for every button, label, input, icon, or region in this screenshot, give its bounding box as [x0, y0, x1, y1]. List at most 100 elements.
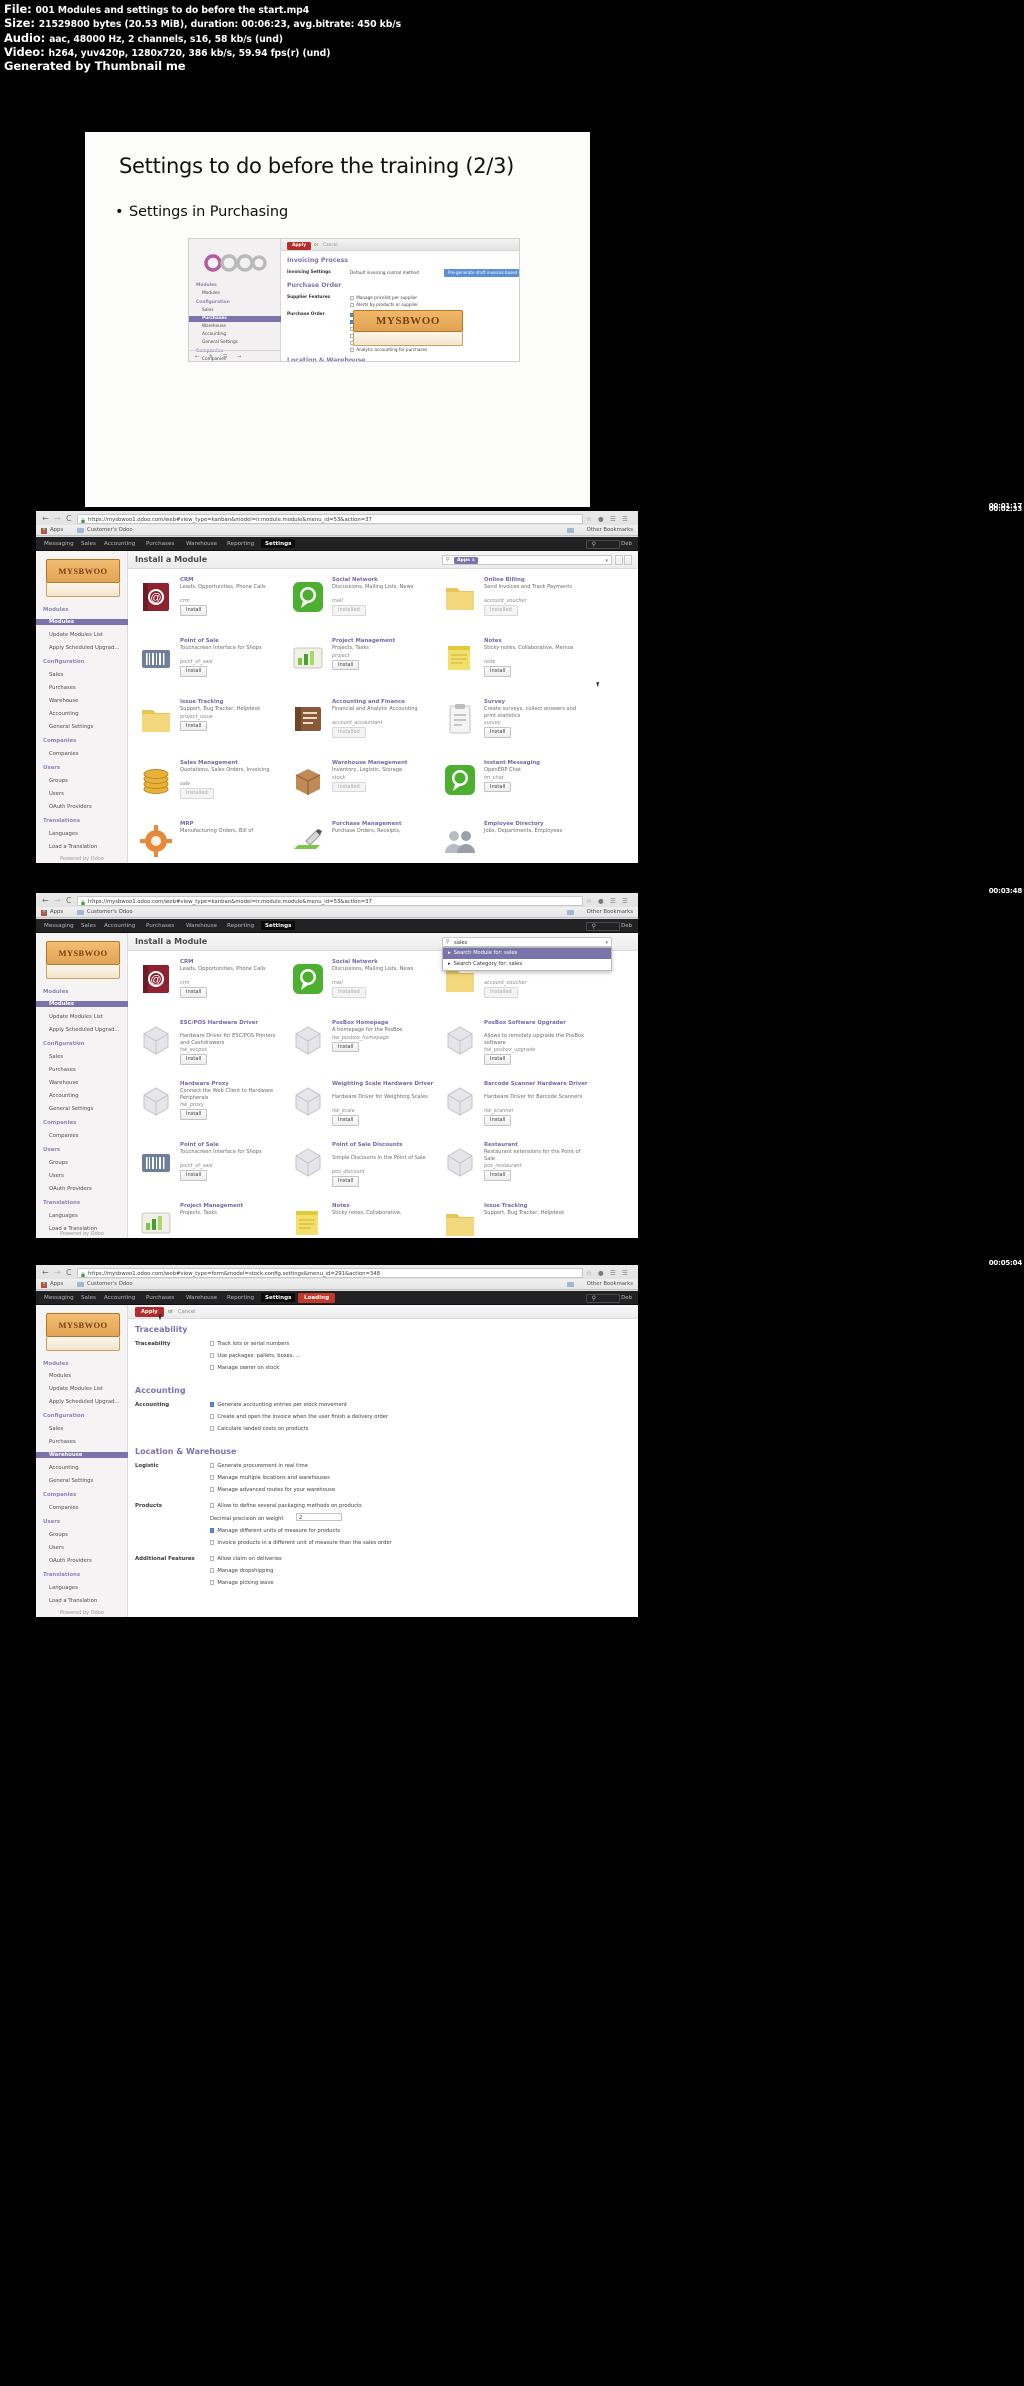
install-button[interactable]: Install: [180, 1054, 208, 1065]
menu-reporting-4[interactable]: Reporting: [227, 1295, 254, 1301]
sb4-item-apply-scheduled-upgrades[interactable]: Apply Scheduled Upgrad...: [49, 1399, 119, 1405]
person-icon-4[interactable]: ●: [598, 1269, 604, 1278]
search-input-3[interactable]: ⚲ sales ▾: [442, 936, 612, 947]
sb2-item-sales[interactable]: Sales: [49, 672, 63, 678]
suggestion-search-category[interactable]: ▸ Search Category for: sales: [443, 959, 611, 970]
browser-address-bar-2[interactable]: https://mysbwoo1.odoo.com/web#view_type=…: [77, 514, 583, 525]
module-card[interactable]: Point of Sale Discounts Simple Discounts …: [286, 1140, 438, 1200]
module-card[interactable]: Purchase Management Purchase Orders, Rece…: [286, 819, 438, 863]
menu-icon[interactable]: ☰: [622, 515, 628, 524]
bookmark-customers-odoo-4[interactable]: Customer's Odoo: [87, 1281, 133, 1287]
module-card[interactable]: Restaurant Restaurant extensions for the …: [438, 1140, 590, 1200]
sb4-item-groups[interactable]: Groups: [49, 1532, 68, 1538]
sb3-item-languages[interactable]: Languages: [49, 1213, 78, 1219]
module-name[interactable]: Point of Sale: [180, 638, 284, 645]
menu-purchases-3[interactable]: Purchases: [146, 923, 174, 929]
sb2-item-purchases[interactable]: Purchases: [49, 685, 76, 691]
sb2-item-load-translation[interactable]: Load a Translation: [49, 844, 97, 850]
check-use-packages[interactable]: Use packages: pallets, boxes, ...: [210, 1353, 301, 1360]
list-view-button[interactable]: [624, 554, 632, 565]
module-name[interactable]: Employee Directory: [484, 821, 588, 828]
menu-purchases[interactable]: Purchases: [146, 541, 174, 547]
embedded-item-warehouse[interactable]: Warehouse: [202, 324, 226, 329]
menu-purchases-4[interactable]: Purchases: [146, 1295, 174, 1301]
module-card[interactable]: Point of Sale Touchscreen Interface for S…: [134, 636, 286, 696]
cancel-link[interactable]: Cancel: [323, 243, 338, 248]
module-card[interactable]: PosBox Software Upgrader Allows to remote…: [438, 1018, 590, 1078]
check-manage-different-uom-4[interactable]: Manage different units of measure for pr…: [210, 1528, 340, 1535]
install-button[interactable]: Install: [484, 1170, 512, 1181]
check-manage-owner-on-stock[interactable]: Manage owner on stock: [210, 1365, 279, 1372]
odoo-username-4[interactable]: Deb: [621, 1295, 632, 1301]
module-card[interactable]: @ CRM Leads, Opportunities, Phone Calls crm…: [134, 957, 286, 1017]
menu-icon-4[interactable]: ☰: [622, 1269, 628, 1278]
sb4-item-sales[interactable]: Sales: [49, 1426, 63, 1432]
module-card[interactable]: @ CRM Leads, Opportunities, Phone Calls crm…: [134, 575, 286, 635]
sb2-item-companies[interactable]: Companies: [49, 751, 79, 757]
sb2-item-warehouse[interactable]: Warehouse: [49, 698, 78, 704]
sb4-item-companies[interactable]: Companies: [49, 1505, 79, 1511]
install-button[interactable]: Install: [180, 605, 208, 616]
module-name[interactable]: ESC/POS Hardware Driver: [180, 1020, 284, 1027]
menu-sales-4[interactable]: Sales: [81, 1295, 96, 1301]
browser-forward-icon[interactable]: →: [54, 515, 61, 523]
kanban-view-button[interactable]: [615, 554, 623, 565]
odoo-user-box[interactable]: [586, 539, 620, 549]
odoo-user-box-3[interactable]: [586, 921, 620, 931]
person-icon[interactable]: ●: [598, 515, 604, 524]
menu-settings-3[interactable]: Settings: [261, 921, 296, 931]
install-button[interactable]: Install: [332, 1041, 360, 1053]
sb4-item-update-modules-list[interactable]: Update Modules List: [49, 1386, 103, 1392]
sb3-item-modules[interactable]: Modules: [36, 1001, 128, 1008]
module-card[interactable]: Notes Sticky notes, Collaborative,: [286, 1201, 438, 1238]
sb4-item-modules[interactable]: Modules: [49, 1373, 71, 1379]
list-icon[interactable]: ☰: [223, 354, 227, 360]
sb2-item-general-settings[interactable]: General Settings: [49, 724, 93, 730]
module-name[interactable]: Online Billing: [484, 577, 588, 584]
install-button[interactable]: Install: [180, 1170, 208, 1181]
sb2-item-modules[interactable]: Modules: [36, 619, 128, 626]
module-name[interactable]: Issue Tracking: [484, 1203, 588, 1210]
module-card[interactable]: Survey Create surveys, collect answers an…: [438, 697, 590, 757]
install-button[interactable]: Install: [332, 1115, 360, 1126]
browser-reload-icon-3[interactable]: C: [66, 897, 72, 905]
sb4-item-languages[interactable]: Languages: [49, 1585, 78, 1591]
module-card[interactable]: Social Network Discussions, Mailing Lists…: [286, 575, 438, 635]
browser-forward-icon-4[interactable]: →: [54, 1269, 61, 1277]
sb3-item-accounting[interactable]: Accounting: [49, 1093, 79, 1099]
embedded-item-modules[interactable]: Modules: [202, 291, 220, 296]
browser-back-icon-3[interactable]: ←: [42, 897, 49, 905]
install-button[interactable]: Install: [484, 1054, 512, 1065]
check-manage-multiple-locations[interactable]: Manage multiple locations and warehouses: [210, 1475, 330, 1482]
embedded-item-purchases[interactable]: Purchases: [189, 316, 281, 322]
sb3-item-update-modules-list[interactable]: Update Modules List: [49, 1014, 103, 1020]
other-bookmarks[interactable]: Other Bookmarks: [587, 527, 633, 533]
module-name[interactable]: Barcode Scanner Hardware Driver: [484, 1081, 588, 1088]
menu-warehouse-3[interactable]: Warehouse: [186, 923, 217, 929]
check-track-lots-or-serial-numbers[interactable]: Track lots or serial numbers: [210, 1341, 289, 1348]
check-manage-picking-wave[interactable]: Manage picking wave: [210, 1580, 274, 1587]
other-bookmarks-3[interactable]: Other Bookmarks: [587, 909, 633, 915]
install-button[interactable]: Install: [484, 666, 512, 677]
chevron-down-icon-2[interactable]: ▾: [605, 558, 608, 564]
star-icon[interactable]: ☆: [586, 515, 592, 524]
browser-reload-icon-4[interactable]: C: [66, 1269, 72, 1277]
module-name[interactable]: Weighting Scale Hardware Driver: [332, 1081, 436, 1088]
module-name[interactable]: Point of Sale: [180, 1142, 284, 1149]
menu-messaging[interactable]: Messaging: [44, 541, 74, 547]
install-button[interactable]: Install: [180, 666, 208, 677]
sb2-item-update-modules-list[interactable]: Update Modules List: [49, 632, 103, 638]
sb2-item-accounting[interactable]: Accounting: [49, 711, 79, 717]
apply-button[interactable]: Apply: [287, 241, 312, 251]
sb3-item-companies[interactable]: Companies: [49, 1133, 79, 1139]
install-button[interactable]: Install: [484, 727, 512, 738]
menu-accounting-3[interactable]: Accounting: [104, 923, 135, 929]
embedded-item-sales[interactable]: Sales: [202, 308, 213, 313]
sb3-item-sales[interactable]: Sales: [49, 1054, 63, 1060]
module-name[interactable]: Notes: [484, 638, 588, 645]
module-card[interactable]: MRP Manufacturing Orders, Bill of: [134, 819, 286, 863]
module-card[interactable]: Weighting Scale Hardware Driver Hardware …: [286, 1079, 438, 1139]
embedded-item-general-settings[interactable]: General Settings: [202, 340, 238, 345]
menu-accounting[interactable]: Accounting: [104, 541, 135, 547]
sb4-item-general-settings[interactable]: General Settings: [49, 1478, 93, 1484]
